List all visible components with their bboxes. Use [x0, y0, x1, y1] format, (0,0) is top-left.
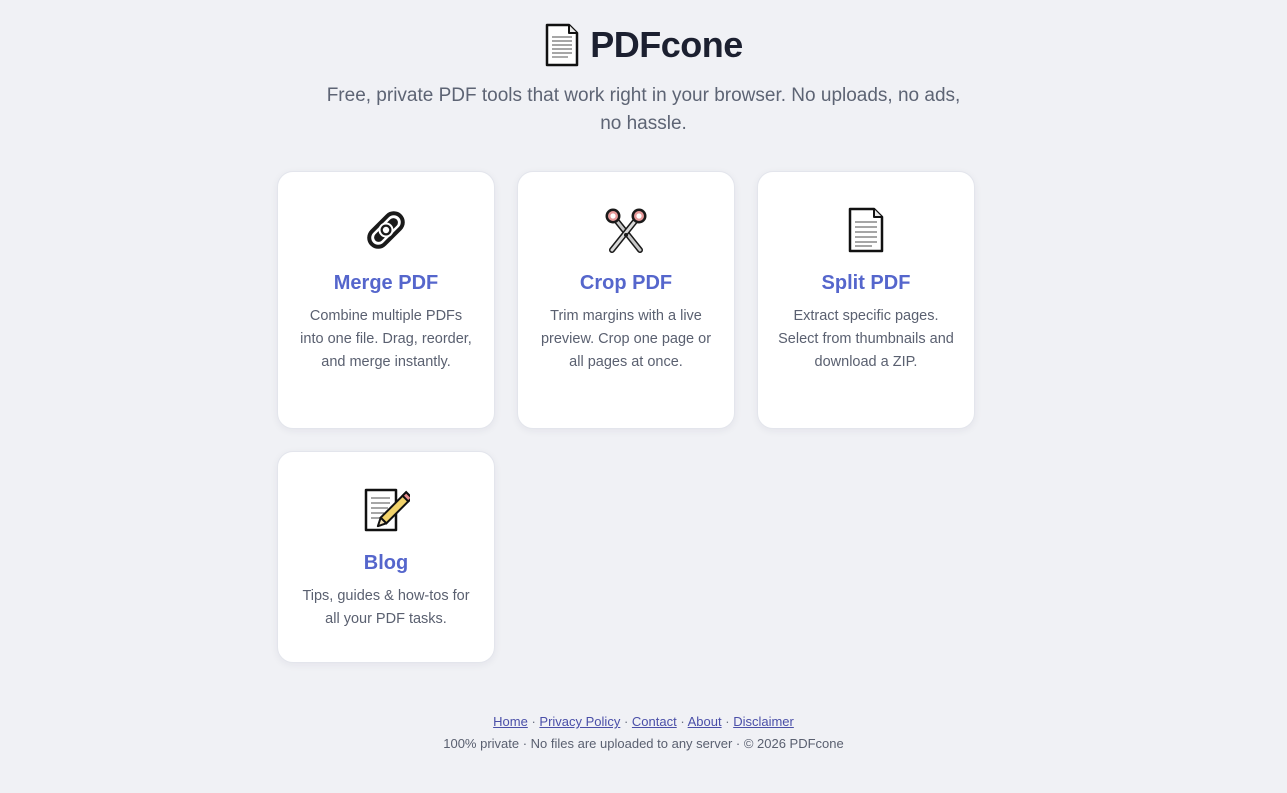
- footer-link-about[interactable]: About: [688, 714, 722, 729]
- card-description: Combine multiple PDFs into one file. Dra…: [300, 308, 472, 370]
- crop-pdf-card[interactable]: Crop PDF Trim margins with a live previe…: [517, 171, 735, 429]
- split-pdf-card[interactable]: Split PDF Extract specific pages. Select…: [757, 171, 975, 429]
- footer-link-home[interactable]: Home: [493, 714, 528, 729]
- separator: ·: [680, 714, 685, 729]
- footer-note: 100% private · No files are uploaded to …: [443, 736, 844, 751]
- page-document-icon: [545, 23, 579, 67]
- site-title: PDFcone: [590, 24, 743, 65]
- footer-links: Home · Privacy Policy · Contact · About …: [0, 713, 1287, 731]
- footer-link-contact[interactable]: Contact: [632, 714, 677, 729]
- card-title: Crop PDF: [579, 272, 673, 294]
- card-title: Split PDF: [821, 272, 911, 294]
- footer-link-disclaimer[interactable]: Disclaimer: [733, 714, 794, 729]
- card-description: Trim margins with a live preview. Crop o…: [540, 308, 712, 370]
- home-page: PDFcone Free, private PDF tools that wor…: [0, 0, 1287, 793]
- separator: ·: [725, 714, 730, 729]
- memo-pencil-icon: [364, 488, 410, 532]
- scissors-icon: [605, 208, 647, 253]
- site-footer: Home · Privacy Policy · Contact · About …: [0, 713, 1287, 753]
- tagline: Free, private PDF tools that work right …: [326, 85, 961, 134]
- tool-grid: Merge PDF Combine multiple PDFs into one…: [277, 171, 977, 663]
- card-description: Extract specific pages. Select from thum…: [778, 308, 954, 370]
- card-title: Blog: [363, 552, 409, 574]
- merge-pdf-card[interactable]: Merge PDF Combine multiple PDFs into one…: [277, 171, 495, 429]
- separator: ·: [531, 714, 536, 729]
- blog-card[interactable]: Blog Tips, guides & how-tos for all your…: [277, 451, 495, 663]
- card-title: Merge PDF: [333, 272, 439, 294]
- page-document-icon: [848, 207, 884, 253]
- footer-link-privacy-policy[interactable]: Privacy Policy: [539, 714, 620, 729]
- separator: ·: [623, 714, 629, 729]
- link-icon: [367, 211, 405, 249]
- site-header: PDFcone Free, private PDF tools that wor…: [0, 20, 1287, 138]
- card-description: Tips, guides & how-tos for all your PDF …: [302, 588, 470, 627]
- title-row: PDFcone: [0, 20, 1287, 70]
